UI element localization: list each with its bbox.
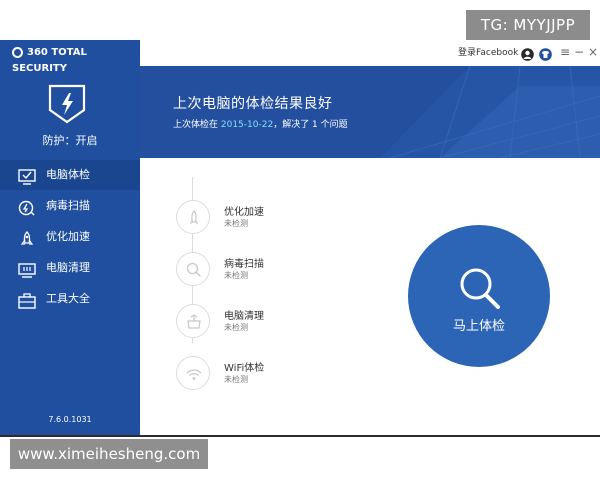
shield-icon xyxy=(48,84,86,124)
sidebar-item-label: 电脑体检 xyxy=(46,168,90,181)
sidebar-item-optimize[interactable]: 优化加速 xyxy=(0,222,140,252)
rocket-icon xyxy=(190,210,198,225)
sidebar: 360 TOTAL SECURITY 防护：开启 电脑体检 病毒扫描 优化加速 xyxy=(0,40,140,435)
status-banner: 上次电脑的体检结果良好 上次体检在 2015-10-22，解决了 1 个问题 xyxy=(140,66,600,158)
scan-now-label: 马上体检 xyxy=(452,319,505,334)
check-item-name: 电脑清理 xyxy=(224,311,264,322)
sidebar-item-clean[interactable]: 电脑清理 xyxy=(0,253,140,283)
sidebar-item-virus-scan[interactable]: 病毒扫描 xyxy=(0,191,140,221)
check-item-icon-circle xyxy=(176,304,210,338)
check-item-state: 未检测 xyxy=(224,323,248,332)
check-item-icon-circle xyxy=(176,356,210,390)
minimize-button[interactable]: − xyxy=(574,43,584,61)
last-check-suffix: ，解决了 1 个问题 xyxy=(273,120,348,130)
logo-icon xyxy=(12,47,23,58)
watermark-top: TG: MYYJJPP xyxy=(466,10,590,40)
menu-icon[interactable]: ≡ xyxy=(560,43,570,61)
sidebar-item-label: 优化加速 xyxy=(46,230,90,243)
sidebar-item-tools[interactable]: 工具大全 xyxy=(0,284,140,314)
last-check-prefix: 上次体检在 xyxy=(173,120,221,130)
broom-icon xyxy=(187,314,201,329)
check-item-name: 病毒扫描 xyxy=(224,259,264,270)
sidebar-item-label: 病毒扫描 xyxy=(46,199,90,212)
title-bar: 登录Facebook ≡ − × xyxy=(140,40,600,66)
protection-status: 防护：开启 xyxy=(42,134,98,147)
rocket-icon xyxy=(18,229,36,245)
check-item-optimize: 优化加速 未检测 xyxy=(176,200,356,236)
check-item-clean: 电脑清理 未检测 xyxy=(176,304,356,340)
tshirt-skin-icon[interactable] xyxy=(539,46,552,61)
check-item-virus: 病毒扫描 未检测 xyxy=(176,252,356,288)
search-icon xyxy=(186,262,201,277)
clean-icon xyxy=(18,260,36,278)
virus-scan-icon xyxy=(18,198,36,216)
monitor-check-icon xyxy=(18,167,36,185)
toolbox-icon xyxy=(18,291,36,309)
close-button[interactable]: × xyxy=(588,43,598,61)
version-label: 7.6.0.1031 xyxy=(48,415,92,424)
logo-text: 360 TOTAL SECURITY xyxy=(12,47,87,74)
scan-now-button[interactable]: 马上体检 xyxy=(408,225,550,367)
sidebar-item-label: 电脑清理 xyxy=(46,261,90,274)
sidebar-item-pc-check[interactable]: 电脑体检 xyxy=(0,160,140,190)
user-avatar-icon[interactable] xyxy=(521,46,534,61)
check-item-icon-circle xyxy=(176,252,210,286)
sidebar-item-label: 工具大全 xyxy=(46,292,90,305)
watermark-bottom: www.ximeihesheng.com xyxy=(10,439,208,469)
check-item-state: 未检测 xyxy=(224,271,248,280)
last-check-date: 2015-10-22 xyxy=(220,120,274,130)
facebook-login-link[interactable]: 登录Facebook xyxy=(458,45,518,61)
page-title: 上次电脑的体检结果良好 xyxy=(173,96,333,112)
magnifier-icon xyxy=(460,268,500,309)
wifi-icon xyxy=(186,369,202,380)
check-item-wifi: WiFi体检 未检测 xyxy=(176,356,356,392)
check-item-name: 优化加速 xyxy=(224,207,264,218)
check-item-name: WiFi体检 xyxy=(224,363,265,374)
check-item-icon-circle xyxy=(176,200,210,234)
app-logo: 360 TOTAL SECURITY xyxy=(12,45,140,74)
check-item-state: 未检测 xyxy=(224,219,248,228)
last-check-info: 上次体检在 2015-10-22，解决了 1 个问题 xyxy=(173,117,348,130)
check-item-state: 未检测 xyxy=(224,375,248,384)
